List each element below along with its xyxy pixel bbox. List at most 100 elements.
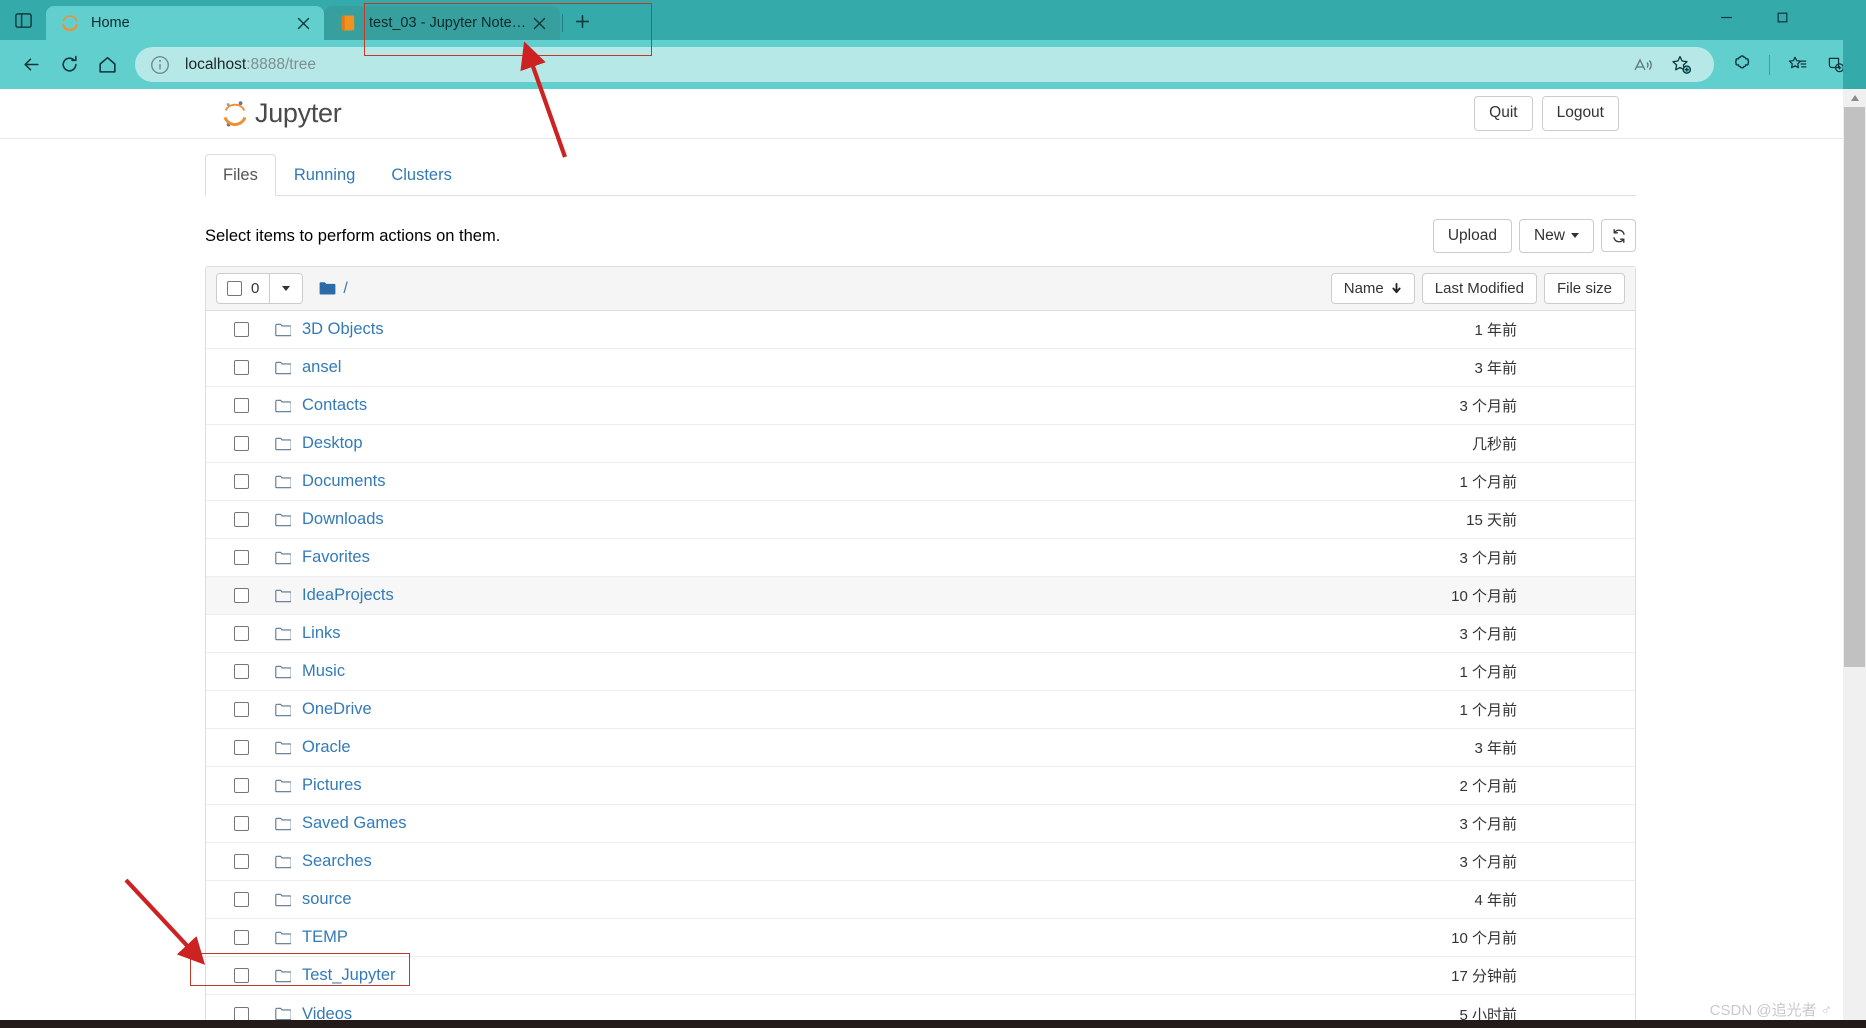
new-button[interactable]: New [1518,218,1594,254]
checkbox-icon[interactable] [227,281,242,296]
arrow-down-icon [1392,283,1401,294]
sort-by-file-size-button[interactable]: File size [1543,273,1625,304]
table-row[interactable]: TEMP 10 个月前 [206,919,1635,957]
info-icon[interactable] [149,54,171,76]
extensions-icon[interactable] [1723,46,1761,84]
table-row[interactable]: Documents 1 个月前 [206,463,1635,501]
row-checkbox[interactable] [234,702,249,717]
select-all-checkbox[interactable]: 0 [216,273,271,304]
row-checkbox[interactable] [234,398,249,413]
file-name-link[interactable]: Desktop [302,434,363,453]
row-checkbox[interactable] [234,854,249,869]
row-checkbox[interactable] [234,664,249,679]
row-checkbox[interactable] [234,626,249,641]
browser-tab-test-03[interactable]: test_03 - Jupyter Notebook [324,6,560,40]
quit-button[interactable]: Quit [1474,96,1533,131]
row-checkbox[interactable] [234,740,249,755]
minimize-icon[interactable] [1698,0,1754,34]
browser-tab-title: Home [91,15,130,31]
scroll-up-icon[interactable] [1843,89,1866,107]
browser-tab-title: test_03 - Jupyter Notebook [369,15,527,31]
chrome-right-edge [1843,0,1866,89]
favorites-icon[interactable] [1778,46,1816,84]
file-name-link[interactable]: source [302,890,352,909]
folder-icon [275,361,291,374]
row-checkbox[interactable] [234,360,249,375]
page-scrollbar[interactable] [1843,89,1866,1028]
row-checkbox[interactable] [234,322,249,337]
row-checkbox[interactable] [234,512,249,527]
sort-by-name-button[interactable]: Name [1330,273,1415,304]
table-row[interactable]: Saved Games 3 个月前 [206,805,1635,843]
tab-files[interactable]: Files [205,153,276,196]
table-row[interactable]: Downloads 15 天前 [206,501,1635,539]
file-name-link[interactable]: Favorites [302,548,370,567]
table-row[interactable]: IdeaProjects 10 个月前 [206,577,1635,615]
table-row[interactable]: Searches 3 个月前 [206,843,1635,881]
row-checkbox[interactable] [234,550,249,565]
back-icon[interactable] [12,46,50,84]
jupyter-logo[interactable]: Jupyter [222,98,342,129]
table-row[interactable]: 3D Objects 1 年前 [206,311,1635,349]
row-checkbox[interactable] [234,930,249,945]
table-row[interactable]: Favorites 3 个月前 [206,539,1635,577]
tab-running[interactable]: Running [276,154,373,196]
file-name-link[interactable]: TEMP [302,928,348,947]
sort-by-last-modified-button[interactable]: Last Modified [1421,273,1537,304]
refresh-file-list-button[interactable] [1601,219,1636,253]
table-row[interactable]: Pictures 2 个月前 [206,767,1635,805]
row-checkbox[interactable] [234,474,249,489]
file-name-link[interactable]: ansel [302,358,341,377]
table-row[interactable]: Contacts 3 个月前 [206,387,1635,425]
close-icon[interactable] [291,11,315,35]
file-name-link[interactable]: Downloads [302,510,384,529]
table-row[interactable]: OneDrive 1 个月前 [206,691,1635,729]
row-checkbox[interactable] [234,892,249,907]
file-name-link[interactable]: Saved Games [302,814,407,833]
new-tab-button[interactable] [565,4,599,38]
file-name-link[interactable]: 3D Objects [302,320,384,339]
table-row[interactable]: source 4 年前 [206,881,1635,919]
breadcrumb-root[interactable]: / [343,280,347,298]
row-checkbox[interactable] [234,778,249,793]
file-name-link[interactable]: Music [302,662,345,681]
row-checkbox[interactable] [234,436,249,451]
table-row[interactable]: Oracle 3 年前 [206,729,1635,767]
table-row[interactable]: Links 3 个月前 [206,615,1635,653]
file-name-link[interactable]: Test_Jupyter [302,966,396,985]
close-icon[interactable] [527,11,551,35]
file-name-link[interactable]: Pictures [302,776,362,795]
maximize-icon[interactable] [1754,0,1810,34]
browser-tab-home[interactable]: Home [46,6,324,40]
tab-actions-icon[interactable] [0,0,46,40]
logout-button[interactable]: Logout [1541,96,1619,131]
table-row[interactable]: Desktop 几秒前 [206,425,1635,463]
file-modified-time: 1 个月前 [1459,474,1517,491]
row-checkbox[interactable] [234,968,249,983]
address-bar[interactable]: localhost:8888/tree [135,47,1714,82]
refresh-icon[interactable] [50,46,88,84]
row-checkbox[interactable] [234,588,249,603]
chevron-down-icon [1571,232,1579,238]
table-row[interactable]: ansel 3 年前 [206,349,1635,387]
file-name-link[interactable]: Documents [302,472,385,491]
action-buttons: Upload New [1432,218,1636,254]
file-name-link[interactable]: Searches [302,852,372,871]
file-name-link[interactable]: Oracle [302,738,351,757]
upload-button[interactable]: Upload [1432,218,1512,254]
file-modified-time: 3 个月前 [1459,550,1517,567]
file-name-link[interactable]: IdeaProjects [302,586,394,605]
read-aloud-icon[interactable] [1624,46,1662,84]
table-row[interactable]: Music 1 个月前 [206,653,1635,691]
file-modified-time: 10 个月前 [1451,588,1517,605]
scrollbar-thumb[interactable] [1844,107,1865,667]
tab-clusters[interactable]: Clusters [373,154,470,196]
home-icon[interactable] [88,46,126,84]
file-name-link[interactable]: OneDrive [302,700,372,719]
add-favorite-icon[interactable] [1662,46,1700,84]
row-checkbox[interactable] [234,816,249,831]
file-name-link[interactable]: Links [302,624,341,643]
file-name-link[interactable]: Contacts [302,396,367,415]
select-dropdown-button[interactable] [270,273,304,304]
table-row[interactable]: Test_Jupyter 17 分钟前 [206,957,1635,995]
